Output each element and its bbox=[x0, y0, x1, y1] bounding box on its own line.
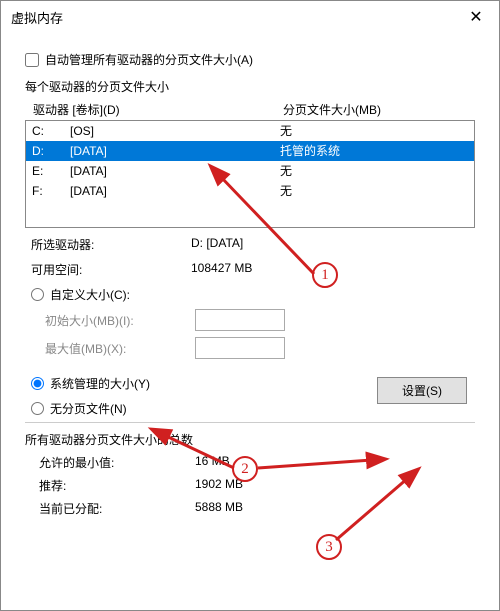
drive-size: 托管的系统 bbox=[280, 142, 470, 160]
auto-manage-checkbox-row[interactable]: 自动管理所有驱动器的分页文件大小(A) bbox=[25, 51, 483, 68]
cur-label: 当前已分配: bbox=[39, 500, 195, 517]
drive-label: [DATA] bbox=[70, 142, 280, 160]
no-paging-label: 无分页文件(N) bbox=[50, 400, 127, 417]
system-managed-label: 系统管理的大小(Y) bbox=[50, 375, 150, 392]
drive-size: 无 bbox=[280, 122, 470, 140]
drive-list-headers: 驱动器 [卷标](D) 分页文件大小(MB) bbox=[33, 101, 483, 118]
header-drive: 驱动器 [卷标](D) bbox=[33, 101, 283, 118]
drive-size: 无 bbox=[280, 182, 470, 200]
auto-manage-label: 自动管理所有驱动器的分页文件大小(A) bbox=[45, 51, 253, 68]
no-paging-radio[interactable] bbox=[31, 402, 44, 415]
custom-size-label: 自定义大小(C): bbox=[50, 286, 130, 303]
selected-drive-value: D: [DATA] bbox=[191, 236, 475, 253]
drive-row-f[interactable]: F: [DATA] 无 bbox=[26, 181, 474, 201]
initial-size-input[interactable] bbox=[195, 309, 285, 331]
custom-size-radio-row[interactable]: 自定义大小(C): bbox=[31, 286, 475, 303]
drive-row-c[interactable]: C: [OS] 无 bbox=[26, 121, 474, 141]
selected-drive-label: 所选驱动器: bbox=[31, 236, 191, 253]
custom-size-radio[interactable] bbox=[31, 288, 44, 301]
drive-letter: C: bbox=[30, 122, 70, 140]
drive-label: [DATA] bbox=[70, 182, 280, 200]
min-label: 允许的最小值: bbox=[39, 454, 195, 471]
drive-row-d[interactable]: D: [DATA] 托管的系统 bbox=[26, 141, 474, 161]
free-space-row: 可用空间: 108427 MB bbox=[31, 261, 475, 278]
auto-manage-checkbox[interactable] bbox=[25, 53, 39, 67]
drive-letter: D: bbox=[30, 142, 70, 160]
virtual-memory-window: 虚拟内存 ✕ 自动管理所有驱动器的分页文件大小(A) 每个驱动器的分页文件大小 … bbox=[0, 0, 500, 611]
cur-row: 当前已分配: 5888 MB bbox=[39, 500, 475, 517]
rec-row: 推荐: 1902 MB bbox=[39, 477, 475, 494]
drive-list[interactable]: C: [OS] 无 D: [DATA] 托管的系统 E: [DATA] 无 F:… bbox=[25, 120, 475, 228]
max-size-row: 最大值(MB)(X): bbox=[45, 337, 475, 359]
rec-label: 推荐: bbox=[39, 477, 195, 494]
system-managed-radio[interactable] bbox=[31, 377, 44, 390]
max-size-label: 最大值(MB)(X): bbox=[45, 340, 195, 357]
drive-row-e[interactable]: E: [DATA] 无 bbox=[26, 161, 474, 181]
marker-3: 3 bbox=[316, 534, 342, 560]
initial-size-label: 初始大小(MB)(I): bbox=[45, 312, 195, 329]
selected-drive-row: 所选驱动器: D: [DATA] bbox=[31, 236, 475, 253]
separator bbox=[25, 422, 475, 423]
close-icon: ✕ bbox=[469, 7, 482, 27]
marker-2: 2 bbox=[232, 456, 258, 482]
drive-letter: F: bbox=[30, 182, 70, 200]
totals-label: 所有驱动器分页文件大小的总数 bbox=[25, 431, 483, 448]
window-title: 虚拟内存 bbox=[11, 8, 63, 27]
cur-value: 5888 MB bbox=[195, 500, 475, 517]
drive-label: [DATA] bbox=[70, 162, 280, 180]
free-space-label: 可用空间: bbox=[31, 261, 191, 278]
titlebar[interactable]: 虚拟内存 ✕ bbox=[1, 1, 499, 33]
marker-1: 1 bbox=[312, 262, 338, 288]
drive-label: [OS] bbox=[70, 122, 280, 140]
per-drive-label: 每个驱动器的分页文件大小 bbox=[25, 78, 483, 95]
content-area: 自动管理所有驱动器的分页文件大小(A) 每个驱动器的分页文件大小 驱动器 [卷标… bbox=[1, 33, 499, 517]
set-button[interactable]: 设置(S) bbox=[377, 377, 467, 404]
drive-letter: E: bbox=[30, 162, 70, 180]
drive-size: 无 bbox=[280, 162, 470, 180]
header-size: 分页文件大小(MB) bbox=[283, 101, 483, 118]
max-size-input[interactable] bbox=[195, 337, 285, 359]
close-button[interactable]: ✕ bbox=[453, 1, 499, 33]
initial-size-row: 初始大小(MB)(I): bbox=[45, 309, 475, 331]
